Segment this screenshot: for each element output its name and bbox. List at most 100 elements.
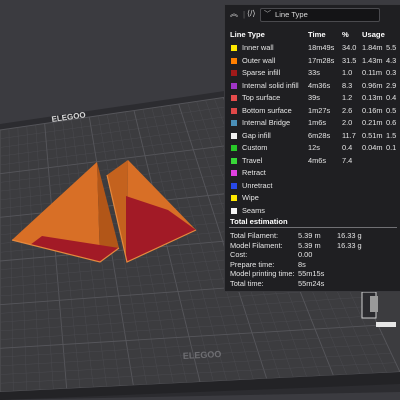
view-type-dropdown[interactable]: ﹀ Line Type [260, 8, 380, 22]
line-type-time: 12s [308, 143, 320, 152]
line-type-row[interactable]: Top surface 39s 1.2 0.13m 0.4 [225, 92, 400, 104]
line-type-usage-length: 0.96m [362, 80, 383, 90]
estimation-row: Cost: 0.00 [225, 250, 400, 260]
column-header-time: Time [308, 30, 326, 39]
line-type-color-swatch [231, 82, 237, 89]
line-type-name: Bottom surface [242, 105, 292, 115]
line-type-time: 17m28s [308, 55, 335, 65]
estimation-value: 8s [298, 259, 306, 269]
line-type-time: 18m49s [308, 43, 335, 52]
line-type-name: Travel [242, 155, 263, 165]
line-type-row[interactable]: Gap infill 6m28s 11.7 0.51m 1.5 [225, 130, 400, 142]
estimation-label: Prepare time: [230, 259, 275, 269]
line-type-color-swatch [231, 145, 237, 151]
line-type-percent: 1.0 [342, 68, 353, 77]
line-type-time: 1m27s [308, 105, 331, 115]
line-type-time: 6m28s [308, 130, 331, 140]
line-type-usage-weight: 0.1 [386, 143, 397, 152]
line-type-time: 33s [308, 68, 320, 77]
line-type-time: 4m36s [308, 80, 331, 90]
line-type-usage-weight: 0.6 [386, 118, 397, 127]
line-type-percent: 2.0 [342, 118, 353, 127]
bed-logo-bottom: ELEGOO [183, 349, 222, 361]
line-type-percent: 2.6 [342, 105, 353, 115]
line-type-usage-weight: 1.5 [386, 130, 397, 140]
estimation-weight: 16.33 g [337, 231, 362, 240]
line-type-row[interactable]: Unretract [225, 180, 400, 192]
line-type-name: Gap infill [242, 130, 271, 140]
line-type-name: Internal Bridge [242, 118, 291, 127]
estimation-value: 0.00 [298, 250, 313, 259]
view-type-value: Line Type [275, 10, 308, 19]
line-type-name: Seams [242, 205, 266, 215]
line-type-name: Top surface [242, 93, 281, 102]
line-type-row[interactable]: Custom 12s 0.4 0.04m 0.1 [225, 142, 400, 154]
line-type-name: Unretract [242, 180, 273, 190]
line-type-row[interactable]: Seams [225, 205, 400, 217]
line-type-usage-length: 0.11m [362, 68, 382, 77]
line-type-color-swatch [231, 45, 237, 51]
chevron-down-icon: ﹀ [264, 11, 271, 18]
estimation-label: Cost: [230, 250, 248, 259]
estimation-label: Model printing time: [230, 269, 295, 278]
line-type-row[interactable]: Retract [225, 167, 400, 179]
line-type-usage-weight: 4.3 [386, 55, 397, 65]
wipe-tower-top [370, 296, 378, 312]
line-type-row[interactable]: Outer wall 17m28s 31.5 1.43m 4.3 [225, 55, 400, 67]
panel-toolbar: ︽ | ⟨/⟩ ﹀ Line Type [225, 5, 400, 23]
line-type-row[interactable]: Travel 4m6s 7.4 [225, 155, 400, 167]
estimation-label: Total Filament: [230, 231, 279, 240]
line-type-name: Sparse infill [242, 68, 281, 77]
estimation-label: Model Filament: [230, 240, 283, 250]
line-type-row[interactable]: Internal Bridge 1m6s 2.0 0.21m 0.6 [225, 117, 400, 129]
line-type-color-swatch [231, 95, 237, 101]
line-type-percent: 0.4 [342, 143, 353, 152]
estimation-label: Total time: [230, 278, 264, 288]
line-type-usage-length: 0.51m [362, 130, 383, 140]
line-type-name: Wipe [242, 193, 259, 202]
toolbar-divider: | [243, 10, 246, 19]
line-type-usage-length: 1.84m [362, 43, 383, 52]
line-type-row[interactable]: Wipe [225, 192, 400, 204]
estimation-value: 55m15s [298, 269, 325, 278]
line-type-color-swatch [231, 157, 237, 164]
line-type-row[interactable]: Bottom surface 1m27s 2.6 0.16m 0.5 [225, 105, 400, 117]
estimation-row: Total time: 55m24s [225, 279, 400, 289]
line-type-percent: 1.2 [342, 93, 353, 102]
estimation-value: 55m24s [298, 278, 325, 288]
estimation-value: 5.39 m [298, 231, 321, 240]
line-type-percent: 31.5 [342, 55, 357, 65]
line-type-usage-weight: 5.5 [386, 43, 397, 52]
line-type-usage-weight: 2.9 [386, 80, 397, 90]
line-type-color-swatch [231, 57, 237, 64]
column-header-percent: % [342, 30, 349, 39]
line-type-usage-weight: 0.4 [386, 93, 397, 102]
line-type-color-swatch [231, 182, 237, 189]
line-type-percent: 34.0 [342, 43, 357, 52]
line-type-usage-length: 0.16m [362, 105, 383, 115]
line-type-usage-weight: 0.3 [386, 68, 397, 77]
chevrons-up-icon[interactable]: ︽ [230, 8, 238, 20]
estimation-row: Total Filament: 5.39 m 16.33 g [225, 231, 400, 241]
line-type-row[interactable]: Inner wall 18m49s 34.0 1.84m 5.5 [225, 42, 400, 54]
line-type-percent: 11.7 [342, 130, 356, 140]
line-type-usage-length: 0.21m [362, 118, 383, 127]
line-type-row[interactable]: Sparse infill 33s 1.0 0.11m 0.3 [225, 67, 400, 79]
line-type-percent: 7.4 [342, 155, 353, 165]
slice-statistics-panel: ︽ | ⟨/⟩ ﹀ Line Type Line Type Time % Usa… [224, 4, 400, 292]
corner-bracket [376, 322, 396, 327]
line-type-name: Inner wall [242, 43, 274, 52]
line-type-color-swatch [231, 132, 237, 139]
estimation-row: Prepare time: 8s [225, 260, 400, 270]
line-type-name: Retract [242, 168, 266, 177]
estimation-title: Total estimation [230, 217, 288, 226]
column-header-usage: Usage [362, 30, 385, 39]
line-type-color-swatch [231, 70, 237, 76]
line-type-color-swatch [231, 170, 237, 176]
code-icon[interactable]: ⟨/⟩ [247, 8, 255, 20]
line-type-color-swatch [231, 120, 237, 126]
line-type-row[interactable]: Internal solid infill 4m36s 8.3 0.96m 2.9 [225, 80, 400, 92]
estimation-value: 5.39 m [298, 240, 321, 250]
estimation-row: Model Filament: 5.39 m 16.33 g [225, 241, 400, 251]
line-type-name: Outer wall [242, 55, 276, 65]
